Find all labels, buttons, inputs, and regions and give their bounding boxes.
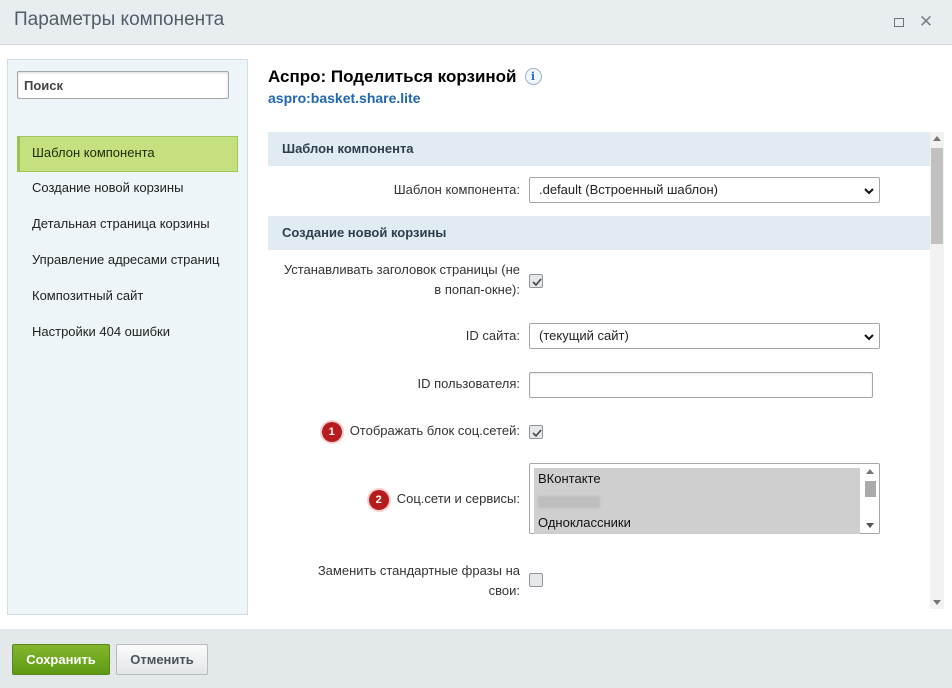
sidebar-item-new-basket[interactable]: Создание новой корзины [17,172,238,208]
dialog-content: Шаблон компонента Создание новой корзины… [0,45,952,629]
maximize-icon[interactable] [891,14,907,30]
component-code: aspro:basket.share.lite [268,90,421,106]
chevron-down-icon [864,334,874,341]
search-input[interactable] [17,71,229,99]
site-id-select-value: (текущий сайт) [539,328,629,343]
social-services-listbox[interactable]: ВКонтакте Одноклассники [529,463,880,534]
field-label-replace-phrases: Заменить стандартные фразы на свои: [318,561,520,601]
template-select[interactable]: .default (Встроенный шаблон) [529,177,880,203]
annotation-badge-2: 2 [368,489,389,510]
component-title: Аспро: Поделиться корзиной i [268,67,542,87]
field-label-show-social: 1 Отображать блок соц.сетей: [321,421,520,442]
chevron-down-icon [864,188,874,195]
set-title-checkbox[interactable] [529,274,543,288]
field-label-template: Шаблон компонента: [393,182,520,197]
section-header-new-basket: Создание новой корзины [268,216,930,250]
field-label-set-title-line1: Устанавливать заголовок страницы (не [283,262,520,277]
annotation-badge-1: 1 [321,421,342,442]
panel-scrollbar[interactable] [930,132,944,609]
section-header-template: Шаблон компонента [268,132,930,166]
window-titlebar: Параметры компонента ✕ [0,0,952,45]
sidebar-item-detail-page[interactable]: Детальная страница корзины [17,208,238,244]
window-title: Параметры компонента [14,9,225,30]
redacted-text [538,495,600,508]
replace-phrases-checkbox[interactable] [529,573,543,587]
field-label-set-title: Устанавливать заголовок страницы (не в п… [284,260,520,300]
field-label-social-services: 2 Соц.сети и сервисы: [368,489,520,510]
scroll-up-icon[interactable] [866,469,874,474]
scroll-thumb[interactable] [931,148,943,244]
sidebar-item-url-management[interactable]: Управление адресами страниц [17,244,238,280]
info-icon[interactable]: i [524,68,542,85]
sidebar-item-404[interactable]: Настройки 404 ошибки [17,316,238,352]
main-area: Аспро: Поделиться корзиной i aspro:basket… [268,45,952,629]
listbox-option[interactable]: ВКонтакте [534,468,860,490]
checkmark-icon [532,429,542,438]
scroll-down-icon[interactable] [933,600,941,605]
listbox-scrollbar[interactable] [863,466,877,531]
field-label-replace-phrases-line1: Заменить стандартные фразы на [317,563,520,578]
scroll-thumb[interactable] [865,481,876,497]
field-label-social-services-text: Соц.сети и сервисы: [396,491,520,506]
save-button[interactable]: Сохранить [12,644,110,675]
sidebar: Шаблон компонента Создание новой корзины… [7,59,248,615]
dialog-footer: Сохранить Отменить [0,629,952,688]
cancel-button[interactable]: Отменить [116,644,208,675]
scroll-down-icon[interactable] [866,523,874,528]
scroll-up-icon[interactable] [933,136,941,141]
site-id-select[interactable]: (текущий сайт) [529,323,880,349]
listbox-option[interactable]: Одноклассники [534,512,860,534]
field-label-user-id: ID пользователя: [417,376,520,391]
sidebar-nav: Шаблон компонента Создание новой корзины… [17,136,238,352]
close-icon[interactable]: ✕ [918,13,934,30]
template-select-value: .default (Встроенный шаблон) [539,182,718,197]
listbox-options: ВКонтакте Одноклассники [534,468,860,534]
checkmark-icon [532,278,542,287]
params-panel: Шаблон компонента Шаблон компонента: .de… [268,132,944,609]
field-label-replace-phrases-line2: свои: [488,583,520,598]
sidebar-item-composite[interactable]: Композитный сайт [17,280,238,316]
show-social-checkbox[interactable] [529,425,543,439]
listbox-option-redacted[interactable] [534,490,860,512]
user-id-input[interactable] [529,372,873,398]
component-title-text: Аспро: Поделиться корзиной [268,67,517,86]
field-label-show-social-text: Отображать блок соц.сетей: [349,423,520,438]
field-label-site-id: ID сайта: [465,328,520,343]
sidebar-item-template[interactable]: Шаблон компонента [17,136,238,172]
field-label-set-title-line2: в попап-окне): [434,282,520,297]
